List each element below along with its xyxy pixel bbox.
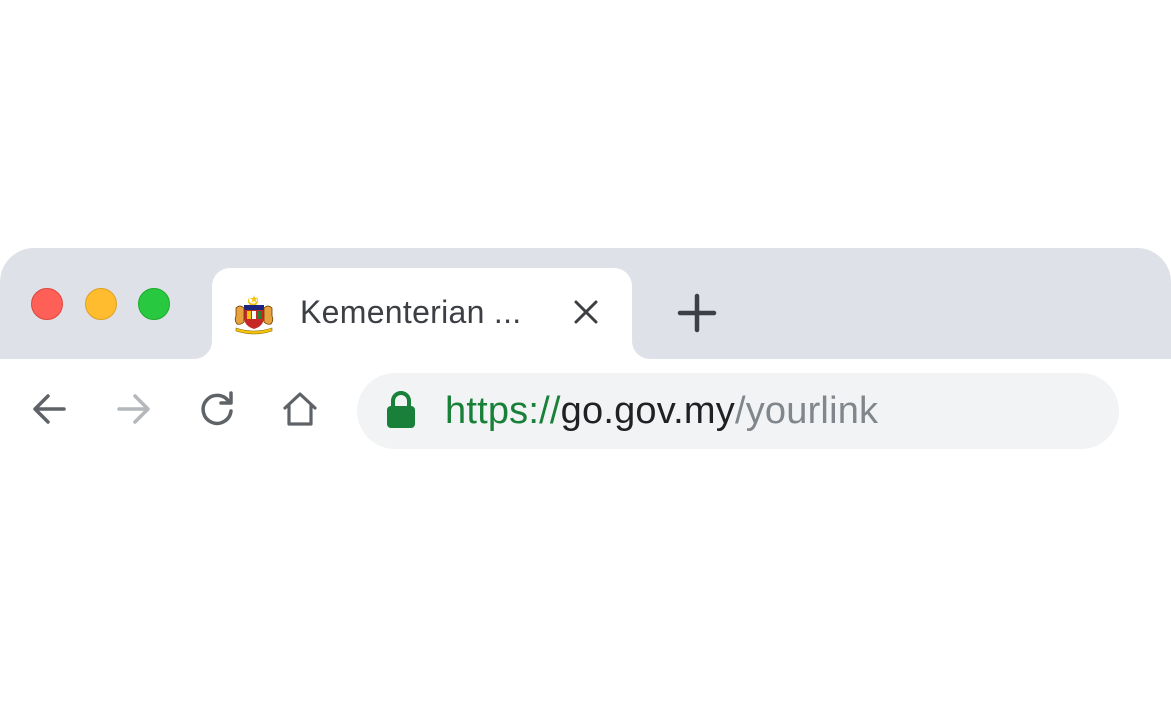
reload-icon[interactable] [197, 389, 237, 429]
url-text[interactable]: https://go.gov.my/yourlink [445, 389, 878, 433]
home-icon[interactable] [280, 389, 320, 429]
arrow-left-icon[interactable] [30, 389, 70, 429]
url-host: go.gov.my [560, 390, 735, 432]
tab-title: Kementerian ... [300, 294, 522, 330]
tab-bar: Kementerian ... [0, 248, 1171, 359]
url-scheme: https:// [445, 390, 561, 432]
navigation-toolbar: https://go.gov.my/yourlink [0, 359, 1171, 459]
tab-active[interactable]: Kementerian ... [212, 268, 632, 359]
close-icon[interactable] [568, 294, 604, 330]
browser-window: Kementerian ... https://go.gov.my/yourli… [0, 248, 1171, 725]
close-window-button[interactable] [31, 288, 63, 320]
maximize-window-button[interactable] [138, 288, 170, 320]
malaysia-coat-of-arms-icon [234, 295, 274, 335]
arrow-right-icon[interactable] [113, 389, 153, 429]
minimize-window-button[interactable] [85, 288, 117, 320]
plus-icon[interactable] [674, 290, 720, 336]
lock-icon[interactable] [385, 391, 417, 429]
address-bar[interactable]: https://go.gov.my/yourlink [357, 373, 1119, 449]
url-path: /yourlink [734, 390, 879, 432]
